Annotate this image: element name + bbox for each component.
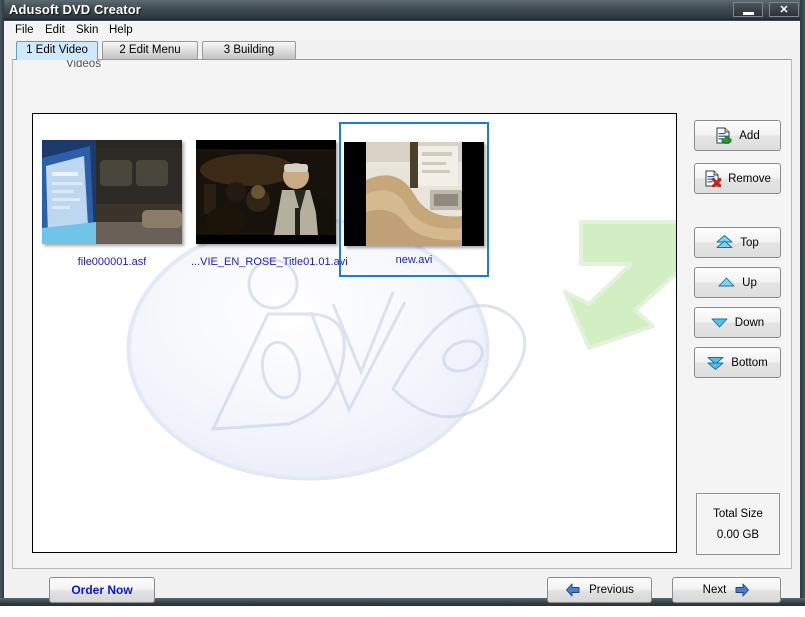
add-button[interactable]: Add <box>694 120 781 151</box>
video-item[interactable]: file000001.asf <box>37 122 187 277</box>
tab-building[interactable]: 3 Building <box>202 41 296 59</box>
down-button-label: Down <box>734 316 765 329</box>
video-thumbnail <box>196 140 336 244</box>
previous-label: Previous <box>589 584 634 596</box>
close-icon: ✕ <box>779 4 789 16</box>
down-button[interactable]: Down <box>694 307 781 338</box>
remove-button[interactable]: Remove <box>694 163 781 194</box>
video-filename: file000001.asf <box>77 256 147 268</box>
video-list[interactable]: file000001.asf ...VIE_EN_ROSE_Title01.01… <box>32 113 677 553</box>
tab-edit-video[interactable]: 1 Edit Video <box>16 41 98 60</box>
total-size-value: 0.00 GB <box>716 528 760 541</box>
menu-item-file[interactable]: File <box>13 24 36 36</box>
next-button[interactable]: Next <box>672 577 781 603</box>
order-now-label: Order Now <box>71 583 133 597</box>
menu-item-edit[interactable]: Edit <box>43 24 67 36</box>
green-arrow-decoration <box>563 220 676 350</box>
video-filename: ...VIE_EN_ROSE_Title01.01.avi <box>191 256 348 268</box>
minimize-icon <box>743 12 754 15</box>
previous-button[interactable]: Previous <box>547 577 652 603</box>
close-button[interactable]: ✕ <box>769 2 799 17</box>
total-size-panel: Total Size 0.00 GB <box>696 493 780 555</box>
menu-item-skin[interactable]: Skin <box>74 24 100 36</box>
up-button-label: Up <box>742 276 757 289</box>
up-button[interactable]: Up <box>694 267 781 298</box>
next-label: Next <box>702 584 727 596</box>
video-filename: new.avi <box>395 254 433 266</box>
order-now-button[interactable]: Order Now <box>49 577 155 603</box>
add-button-label: Add <box>739 129 760 142</box>
double-arrow-down-icon <box>707 357 724 370</box>
bottom-button[interactable]: Bottom <box>694 347 781 378</box>
video-thumbnail <box>42 140 182 244</box>
top-button-label: Top <box>740 236 759 249</box>
tab-edit-menu[interactable]: 2 Edit Menu <box>102 41 198 59</box>
double-arrow-up-icon <box>716 235 733 248</box>
video-thumbnail <box>344 142 484 246</box>
total-size-label: Total Size <box>713 507 763 520</box>
menu-item-help[interactable]: Help <box>107 24 135 36</box>
arrow-right-icon <box>735 583 750 597</box>
application-window: Adusoft DVD Creator ✕ File Edit Skin Hel… <box>0 0 805 606</box>
bottom-button-label: Bottom <box>731 356 768 369</box>
title-bar: Adusoft DVD Creator ✕ <box>0 0 805 20</box>
minimize-button[interactable] <box>733 2 763 17</box>
bottom-bar: Order Now Previous Next <box>4 569 800 617</box>
client-area: File Edit Skin Help 1 Edit Video 2 Edit … <box>4 21 800 603</box>
remove-button-label: Remove <box>728 172 771 185</box>
window-title: Adusoft DVD Creator <box>9 2 141 17</box>
menu-bar: File Edit Skin Help <box>4 21 800 40</box>
top-button[interactable]: Top <box>694 227 781 258</box>
tab-strip: 1 Edit Video 2 Edit Menu 3 Building <box>4 41 800 60</box>
arrow-up-icon <box>718 277 735 287</box>
document-remove-icon <box>705 170 722 187</box>
document-add-icon <box>716 127 732 144</box>
arrow-down-icon <box>711 318 728 328</box>
window-frame-right <box>800 0 805 606</box>
video-item[interactable]: ...VIE_EN_ROSE_Title01.01.avi <box>191 122 348 277</box>
video-item-selected[interactable]: new.avi <box>339 122 489 277</box>
arrow-left-icon <box>566 583 580 597</box>
